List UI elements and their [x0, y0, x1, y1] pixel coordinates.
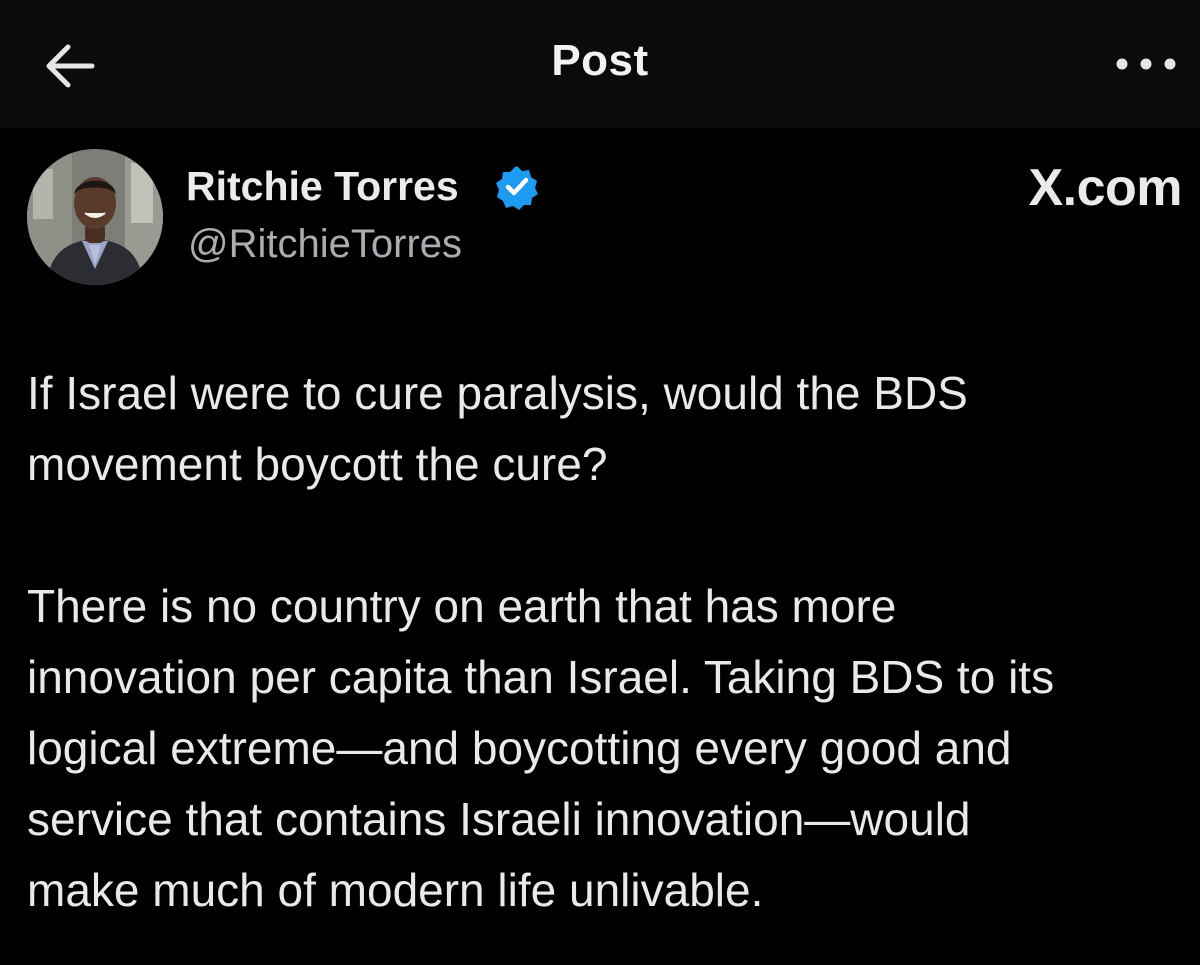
author-handle[interactable]: @RitchieTorres — [188, 222, 462, 267]
top-bar: Post — [0, 0, 1200, 128]
more-options-button[interactable] — [1112, 44, 1180, 84]
post-line: logical extreme—and boycotting every goo… — [27, 722, 1012, 774]
avatar[interactable] — [27, 149, 163, 285]
profile-photo — [27, 149, 163, 285]
verified-badge — [494, 164, 540, 210]
verified-check-icon — [496, 166, 538, 210]
more-horizontal-icon — [1116, 58, 1176, 70]
author-name[interactable]: Ritchie Torres — [186, 163, 459, 210]
post-line: movement boycott the cure? — [27, 438, 608, 490]
source-watermark: X.com — [1028, 159, 1182, 217]
post-line: innovation per capita than Israel. Takin… — [27, 651, 1055, 703]
post-line: If Israel were to cure paralysis, would … — [27, 367, 968, 419]
post-line: service that contains Israeli innovation… — [27, 793, 971, 845]
post-line: make much of modern life unlivable. — [27, 864, 764, 916]
post-text: If Israel were to cure paralysis, would … — [27, 358, 1200, 926]
post-line: There is no country on earth that has mo… — [27, 580, 897, 632]
page-title: Post — [551, 36, 649, 85]
